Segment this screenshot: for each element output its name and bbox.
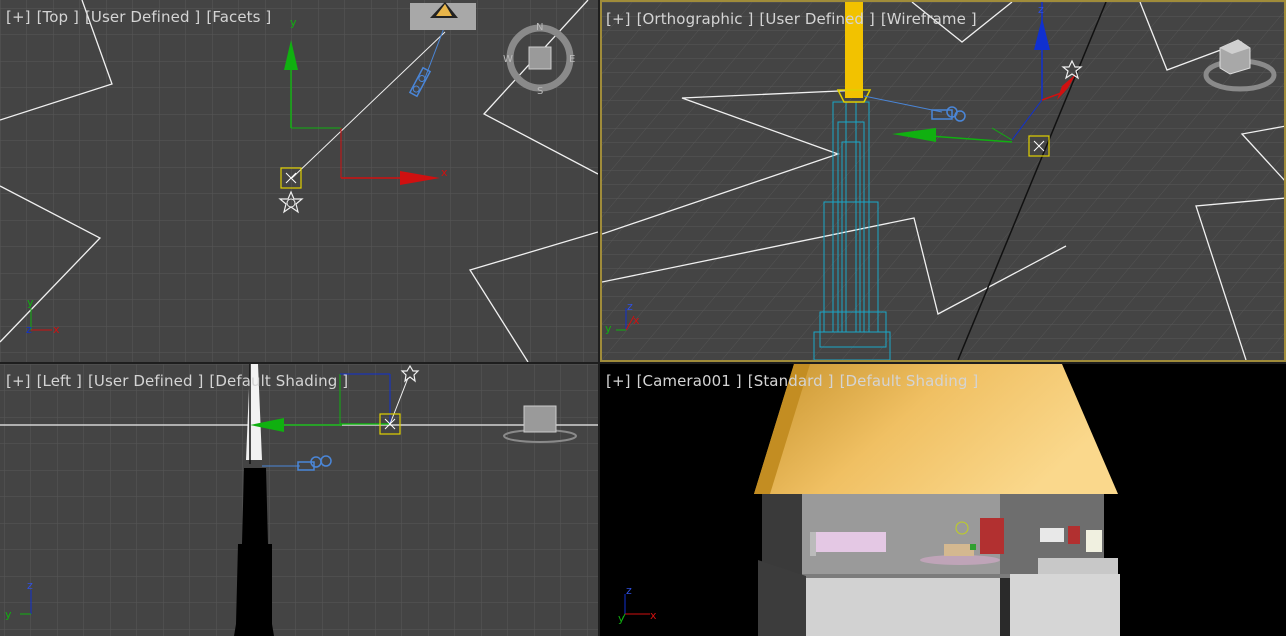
view-type[interactable]: [Top ] [37, 8, 79, 26]
ortho-scene: z z y x [602, 2, 1284, 360]
triad-x: x [650, 609, 657, 622]
viewcube[interactable] [1200, 30, 1280, 100]
compass-e: E [569, 54, 575, 65]
viewport-label[interactable]: [+] [Top ] [User Defined ] [Facets ] [6, 8, 277, 26]
gizmo-y-label: y [290, 16, 297, 29]
shading-preset[interactable]: [Standard ] [748, 372, 834, 390]
viewport-top[interactable]: y x y x z N S E W [+] [Top ] [User Defined [0, 0, 598, 362]
shading-mode[interactable]: [Default Shading ] [840, 372, 979, 390]
left-scene: z y [0, 364, 598, 636]
viewport-label[interactable]: [+] [Orthographic ] [User Defined ] [Wirefr… [606, 10, 983, 28]
viewport-label[interactable]: [+] [Left ] [User Defined ] [Default Shadin… [6, 372, 354, 390]
camera-scene: z x y [600, 364, 1286, 636]
viewport-left[interactable]: z y [+] [Left ] [User Defined ] [Default Sh… [0, 364, 598, 636]
shading-mode[interactable]: [Wireframe ] [881, 10, 977, 28]
bed [814, 532, 886, 552]
triad-y: y [27, 296, 34, 309]
view-type[interactable]: [Left ] [37, 372, 82, 390]
shading-preset[interactable]: [User Defined ] [85, 8, 200, 26]
viewport-menu[interactable]: [+] [6, 8, 31, 26]
viewport-menu[interactable]: [+] [606, 372, 631, 390]
viewport-camera[interactable]: z x y [+] [Camera001 ] [Standard ] [Default… [600, 364, 1286, 636]
viewcube [523, 405, 557, 433]
compass-w: W [503, 54, 513, 65]
triad-x: x [53, 323, 60, 336]
triad-x: x [633, 314, 640, 327]
viewcube[interactable]: N S E W [502, 18, 582, 98]
triad-y: y [605, 322, 612, 335]
cabinet [980, 518, 1004, 554]
viewport-menu[interactable]: [+] [6, 372, 31, 390]
gizmo-x-label: x [441, 166, 448, 179]
shading-mode[interactable]: [Default Shading ] [209, 372, 348, 390]
view-type[interactable]: [Camera001 ] [637, 372, 742, 390]
triad-z: z [626, 584, 632, 597]
viewport-menu[interactable]: [+] [606, 10, 631, 28]
viewport-label[interactable]: [+] [Camera001 ] [Standard ] [Default Shadi… [606, 372, 984, 390]
table [944, 544, 974, 556]
triad-z: z [627, 300, 633, 313]
shading-preset[interactable]: [User Defined ] [759, 10, 874, 28]
gizmo-z-label: z [1038, 3, 1044, 16]
triad-y: y [618, 612, 625, 625]
shading-preset[interactable]: [User Defined ] [88, 372, 203, 390]
viewport-orthographic[interactable]: z z y x [+] [Orthographic ] [User Defined … [600, 0, 1286, 362]
compass-n: N [536, 22, 543, 33]
triad-y: y [5, 608, 12, 621]
triad-z: z [26, 323, 32, 336]
view-type[interactable]: [Orthographic ] [637, 10, 754, 28]
shading-mode[interactable]: [Facets ] [206, 8, 271, 26]
viewport-divider-horizontal[interactable] [0, 362, 1286, 364]
triad-z: z [27, 579, 33, 592]
viewport-divider-vertical[interactable] [598, 0, 600, 636]
compass-s: S [537, 86, 543, 97]
